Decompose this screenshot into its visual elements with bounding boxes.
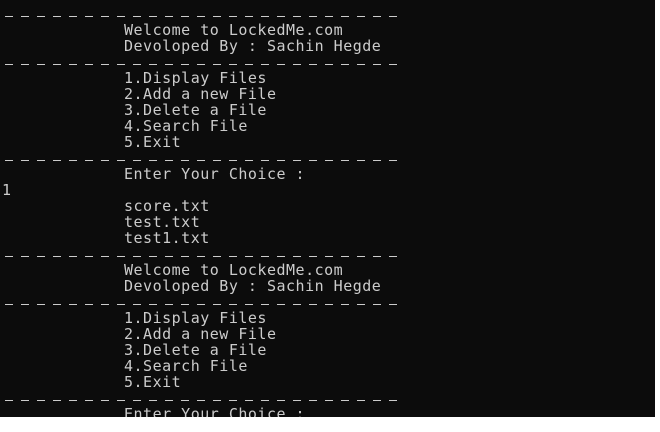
dashed-rule: [5, 151, 397, 167]
console-text-line: test1.txt: [124, 229, 210, 247]
separator-line: [0, 246, 655, 263]
separator-line: [0, 54, 655, 71]
console-text-line: Welcome to LockedMe.com: [124, 21, 344, 39]
console-text-line: 2.Add a new File: [124, 325, 277, 343]
console-text-line: 2.Add a new File: [124, 85, 277, 103]
console-text-line: Devoloped By : Sachin Hegde: [124, 37, 382, 55]
console-window[interactable]: Welcome to LockedMe.com Devoloped By : Sa…: [0, 0, 655, 417]
dashed-rule: [5, 55, 397, 71]
user-input-line: 1: [2, 181, 12, 199]
console-text-line: Welcome to LockedMe.com: [124, 261, 344, 279]
dashed-rule: [5, 247, 397, 263]
dashed-rule: [5, 295, 397, 311]
separator-line: [0, 150, 655, 167]
console-text-line: test.txt: [124, 213, 201, 231]
console-text-line: 1.Display Files: [124, 69, 267, 87]
console-text-line: Devoloped By : Sachin Hegde: [124, 277, 382, 295]
console-text-line: Enter Your Choice :: [124, 405, 306, 417]
separator-line: [0, 6, 655, 23]
console-text-line: score.txt: [124, 197, 210, 215]
console-text-line: 1.Display Files: [124, 309, 267, 327]
console-text-line: 4.Search File: [124, 117, 248, 135]
separator-line: [0, 294, 655, 311]
console-output: Welcome to LockedMe.com Devoloped By : Sa…: [0, 6, 655, 417]
dashed-rule: [5, 391, 397, 407]
console-text-line: 5.Exit: [124, 373, 182, 391]
console-text-line: Enter Your Choice :: [124, 165, 306, 183]
dashed-rule: [5, 7, 397, 23]
console-text-line: 3.Delete a File: [124, 101, 267, 119]
console-text-line: 5.Exit: [124, 133, 182, 151]
console-text-line: 4.Search File: [124, 357, 248, 375]
console-text-line: 3.Delete a File: [124, 341, 267, 359]
separator-line: [0, 390, 655, 407]
